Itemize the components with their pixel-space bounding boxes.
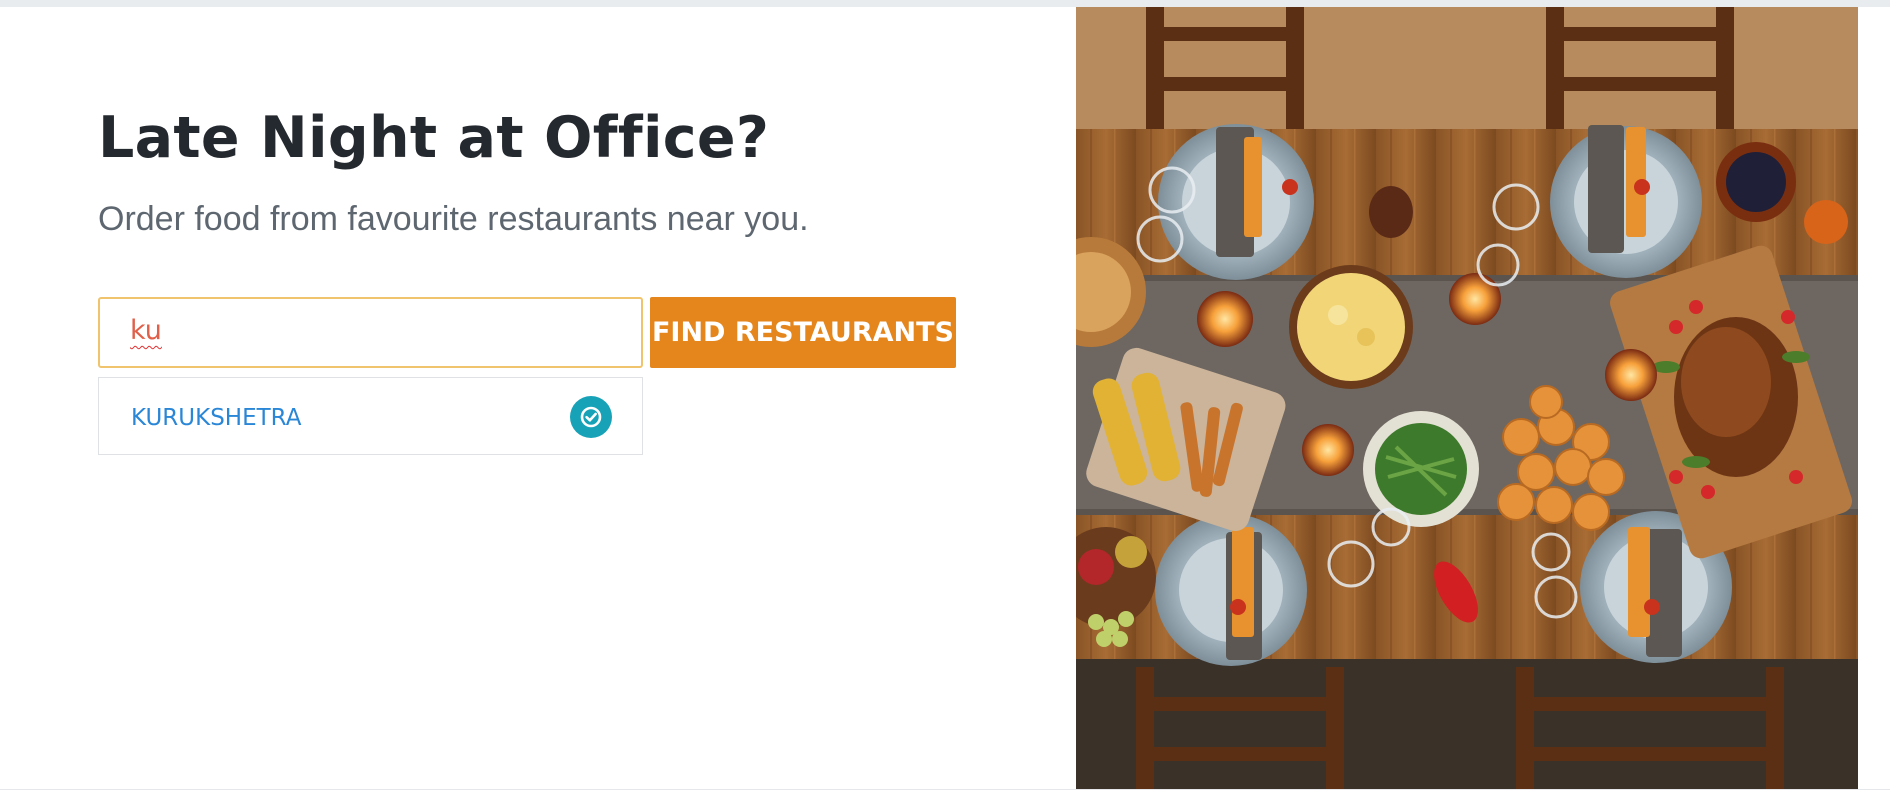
check-circle-icon (570, 396, 612, 438)
page-title: Late Night at Office? (98, 105, 770, 171)
find-restaurants-button[interactable]: FIND RESTAURANTS (650, 297, 956, 368)
bottom-divider (0, 789, 1890, 790)
suggestion-label: KURUKSHETRA (131, 405, 302, 431)
suggestion-dropdown: KURUKSHETRA (98, 377, 643, 455)
hero-food-photo (1076, 7, 1858, 789)
suggestion-item[interactable]: KURUKSHETRA (99, 378, 642, 454)
top-strip (0, 0, 1890, 7)
location-search-input[interactable]: ku (98, 297, 643, 368)
search-input-value: ku (130, 315, 162, 346)
page-subtitle: Order food from favourite restaurants ne… (98, 200, 809, 238)
